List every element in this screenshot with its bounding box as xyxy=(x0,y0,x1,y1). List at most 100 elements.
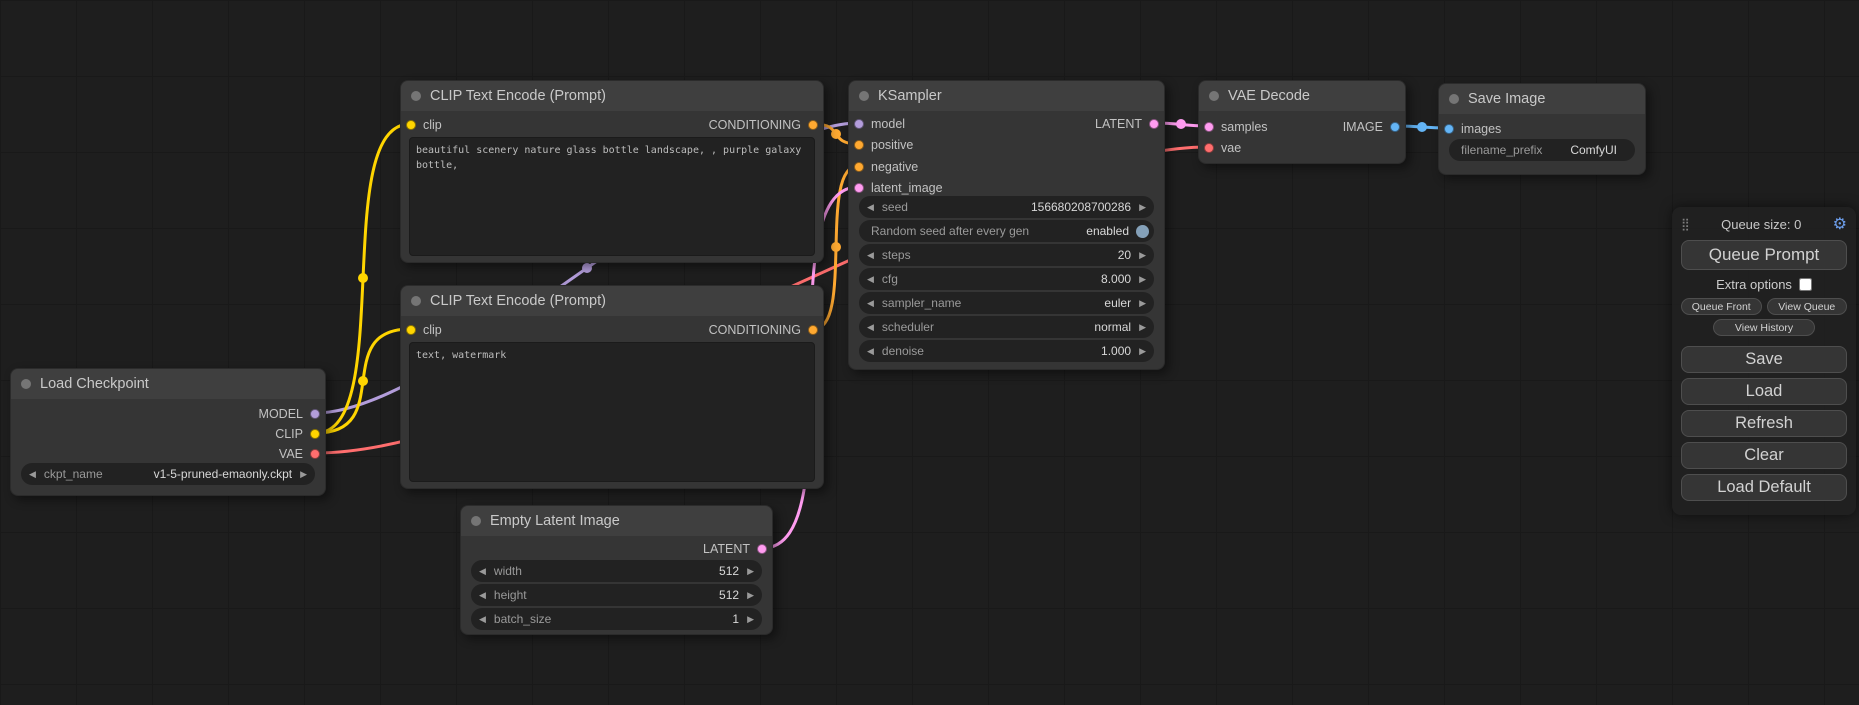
output-port-model[interactable]: MODEL xyxy=(259,404,325,424)
arrow-right-icon[interactable]: ▶ xyxy=(1139,299,1146,308)
save-button[interactable]: Save xyxy=(1681,346,1847,373)
load-default-button[interactable]: Load Default xyxy=(1681,474,1847,501)
arrow-right-icon[interactable]: ▶ xyxy=(1139,203,1146,212)
extra-options-row: Extra options xyxy=(1681,272,1847,297)
drag-handle-icon[interactable]: ⣿ xyxy=(1681,217,1690,231)
arrow-left-icon[interactable]: ◀ xyxy=(867,299,874,308)
view-history-button[interactable]: View History xyxy=(1713,319,1816,336)
vae-port-dot[interactable] xyxy=(310,449,320,459)
toggle-dot[interactable] xyxy=(1136,225,1149,238)
view-queue-button[interactable]: View Queue xyxy=(1767,298,1848,315)
sampler-name-widget[interactable]: ◀ sampler_name euler ▶ xyxy=(859,292,1154,314)
input-port-clip[interactable]: clip xyxy=(401,320,442,340)
queue-prompt-button[interactable]: Queue Prompt xyxy=(1681,240,1847,270)
input-port-negative[interactable]: negative xyxy=(849,157,918,177)
steps-widget[interactable]: ◀ steps 20 ▶ xyxy=(859,244,1154,266)
node-ksampler[interactable]: KSampler model positive negative latent_… xyxy=(848,80,1165,370)
arrow-left-icon[interactable]: ◀ xyxy=(479,591,486,600)
node-clip-text-encode-negative[interactable]: CLIP Text Encode (Prompt) clip CONDITION… xyxy=(400,285,824,489)
node-title-bar[interactable]: Load Checkpoint xyxy=(11,369,325,399)
conditioning-port-dot[interactable] xyxy=(808,120,818,130)
image-port-dot[interactable] xyxy=(1390,122,1400,132)
output-port-vae[interactable]: VAE xyxy=(279,444,325,464)
output-port-conditioning[interactable]: CONDITIONING xyxy=(709,115,823,135)
arrow-right-icon[interactable]: ▶ xyxy=(300,470,307,479)
settings-gear-icon[interactable]: ⚙ xyxy=(1833,214,1847,234)
node-title-bar[interactable]: Empty Latent Image xyxy=(461,506,772,536)
arrow-left-icon[interactable]: ◀ xyxy=(867,323,874,332)
clear-button[interactable]: Clear xyxy=(1681,442,1847,469)
denoise-widget[interactable]: ◀ denoise 1.000 ▶ xyxy=(859,340,1154,362)
arrow-right-icon[interactable]: ▶ xyxy=(1139,275,1146,284)
clip-port-dot[interactable] xyxy=(406,325,416,335)
input-port-positive[interactable]: positive xyxy=(849,135,913,155)
arrow-right-icon[interactable]: ▶ xyxy=(1139,347,1146,356)
node-save-image[interactable]: Save Image images filename_prefix ComfyU… xyxy=(1438,83,1646,175)
latent-port-dot[interactable] xyxy=(757,544,767,554)
height-widget[interactable]: ◀ height 512 ▶ xyxy=(471,584,762,606)
arrow-left-icon[interactable]: ◀ xyxy=(867,203,874,212)
arrow-right-icon[interactable]: ▶ xyxy=(747,591,754,600)
node-title-bar[interactable]: CLIP Text Encode (Prompt) xyxy=(401,286,823,316)
arrow-left-icon[interactable]: ◀ xyxy=(867,251,874,260)
model-port-dot[interactable] xyxy=(854,119,864,129)
arrow-left-icon[interactable]: ◀ xyxy=(867,275,874,284)
model-port-dot[interactable] xyxy=(310,409,320,419)
arrow-right-icon[interactable]: ▶ xyxy=(1139,323,1146,332)
arrow-right-icon[interactable]: ▶ xyxy=(747,615,754,624)
latent-port-dot[interactable] xyxy=(1149,119,1159,129)
node-title-bar[interactable]: Save Image xyxy=(1439,84,1645,114)
node-load-checkpoint[interactable]: Load Checkpoint MODEL CLIP VAE ◀ ckpt_na… xyxy=(10,368,326,496)
clip-port-dot[interactable] xyxy=(406,120,416,130)
node-title-bar[interactable]: VAE Decode xyxy=(1199,81,1405,111)
node-title-bar[interactable]: KSampler xyxy=(849,81,1164,111)
arrow-left-icon[interactable]: ◀ xyxy=(479,567,486,576)
input-port-samples[interactable]: samples xyxy=(1199,117,1268,137)
ckpt-name-widget[interactable]: ◀ ckpt_name v1-5-pruned-emaonly.ckpt ▶ xyxy=(21,463,315,485)
conditioning-port-dot[interactable] xyxy=(808,325,818,335)
node-status-dot xyxy=(1449,94,1459,104)
positive-prompt-textarea[interactable]: beautiful scenery nature glass bottle la… xyxy=(409,137,815,256)
input-port-clip[interactable]: clip xyxy=(401,115,442,135)
widget-value: 1 xyxy=(732,612,739,626)
vae-port-dot[interactable] xyxy=(1204,143,1214,153)
node-title-bar[interactable]: CLIP Text Encode (Prompt) xyxy=(401,81,823,111)
output-port-conditioning[interactable]: CONDITIONING xyxy=(709,320,823,340)
output-port-latent[interactable]: LATENT xyxy=(703,539,772,559)
filename-prefix-widget[interactable]: filename_prefix ComfyUI xyxy=(1449,139,1635,161)
width-widget[interactable]: ◀ width 512 ▶ xyxy=(471,560,762,582)
load-button[interactable]: Load xyxy=(1681,378,1847,405)
refresh-button[interactable]: Refresh xyxy=(1681,410,1847,437)
node-empty-latent-image[interactable]: Empty Latent Image LATENT ◀ width 512 ▶ … xyxy=(460,505,773,635)
random-seed-toggle-widget[interactable]: Random seed after every gen enabled xyxy=(859,220,1154,242)
arrow-right-icon[interactable]: ▶ xyxy=(1139,251,1146,260)
input-port-latent-image[interactable]: latent_image xyxy=(849,178,943,198)
image-port-dot[interactable] xyxy=(1444,124,1454,134)
clip-port-dot[interactable] xyxy=(310,429,320,439)
conditioning-port-dot[interactable] xyxy=(854,162,864,172)
negative-prompt-textarea[interactable]: text, watermark xyxy=(409,342,815,482)
input-port-images[interactable]: images xyxy=(1439,119,1501,139)
batch-size-widget[interactable]: ◀ batch_size 1 ▶ xyxy=(471,608,762,630)
conditioning-port-dot[interactable] xyxy=(854,140,864,150)
input-port-model[interactable]: model xyxy=(849,114,905,134)
node-clip-text-encode-positive[interactable]: CLIP Text Encode (Prompt) clip CONDITION… xyxy=(400,80,824,263)
latent-port-dot[interactable] xyxy=(854,183,864,193)
arrow-left-icon[interactable]: ◀ xyxy=(29,470,36,479)
queue-front-button[interactable]: Queue Front xyxy=(1681,298,1762,315)
input-port-vae[interactable]: vae xyxy=(1199,138,1241,158)
arrow-left-icon[interactable]: ◀ xyxy=(867,347,874,356)
arrow-right-icon[interactable]: ▶ xyxy=(747,567,754,576)
node-title: CLIP Text Encode (Prompt) xyxy=(430,88,606,104)
output-port-clip[interactable]: CLIP xyxy=(275,424,325,444)
latent-port-dot[interactable] xyxy=(1204,122,1214,132)
wire-midpoint-dot xyxy=(358,273,368,283)
output-port-latent[interactable]: LATENT xyxy=(1095,114,1164,134)
cfg-widget[interactable]: ◀ cfg 8.000 ▶ xyxy=(859,268,1154,290)
extra-options-checkbox[interactable] xyxy=(1799,278,1812,291)
output-port-image[interactable]: IMAGE xyxy=(1343,117,1405,137)
node-vae-decode[interactable]: VAE Decode samples vae IMAGE xyxy=(1198,80,1406,164)
seed-widget[interactable]: ◀ seed 156680208700286 ▶ xyxy=(859,196,1154,218)
scheduler-widget[interactable]: ◀ scheduler normal ▶ xyxy=(859,316,1154,338)
arrow-left-icon[interactable]: ◀ xyxy=(479,615,486,624)
